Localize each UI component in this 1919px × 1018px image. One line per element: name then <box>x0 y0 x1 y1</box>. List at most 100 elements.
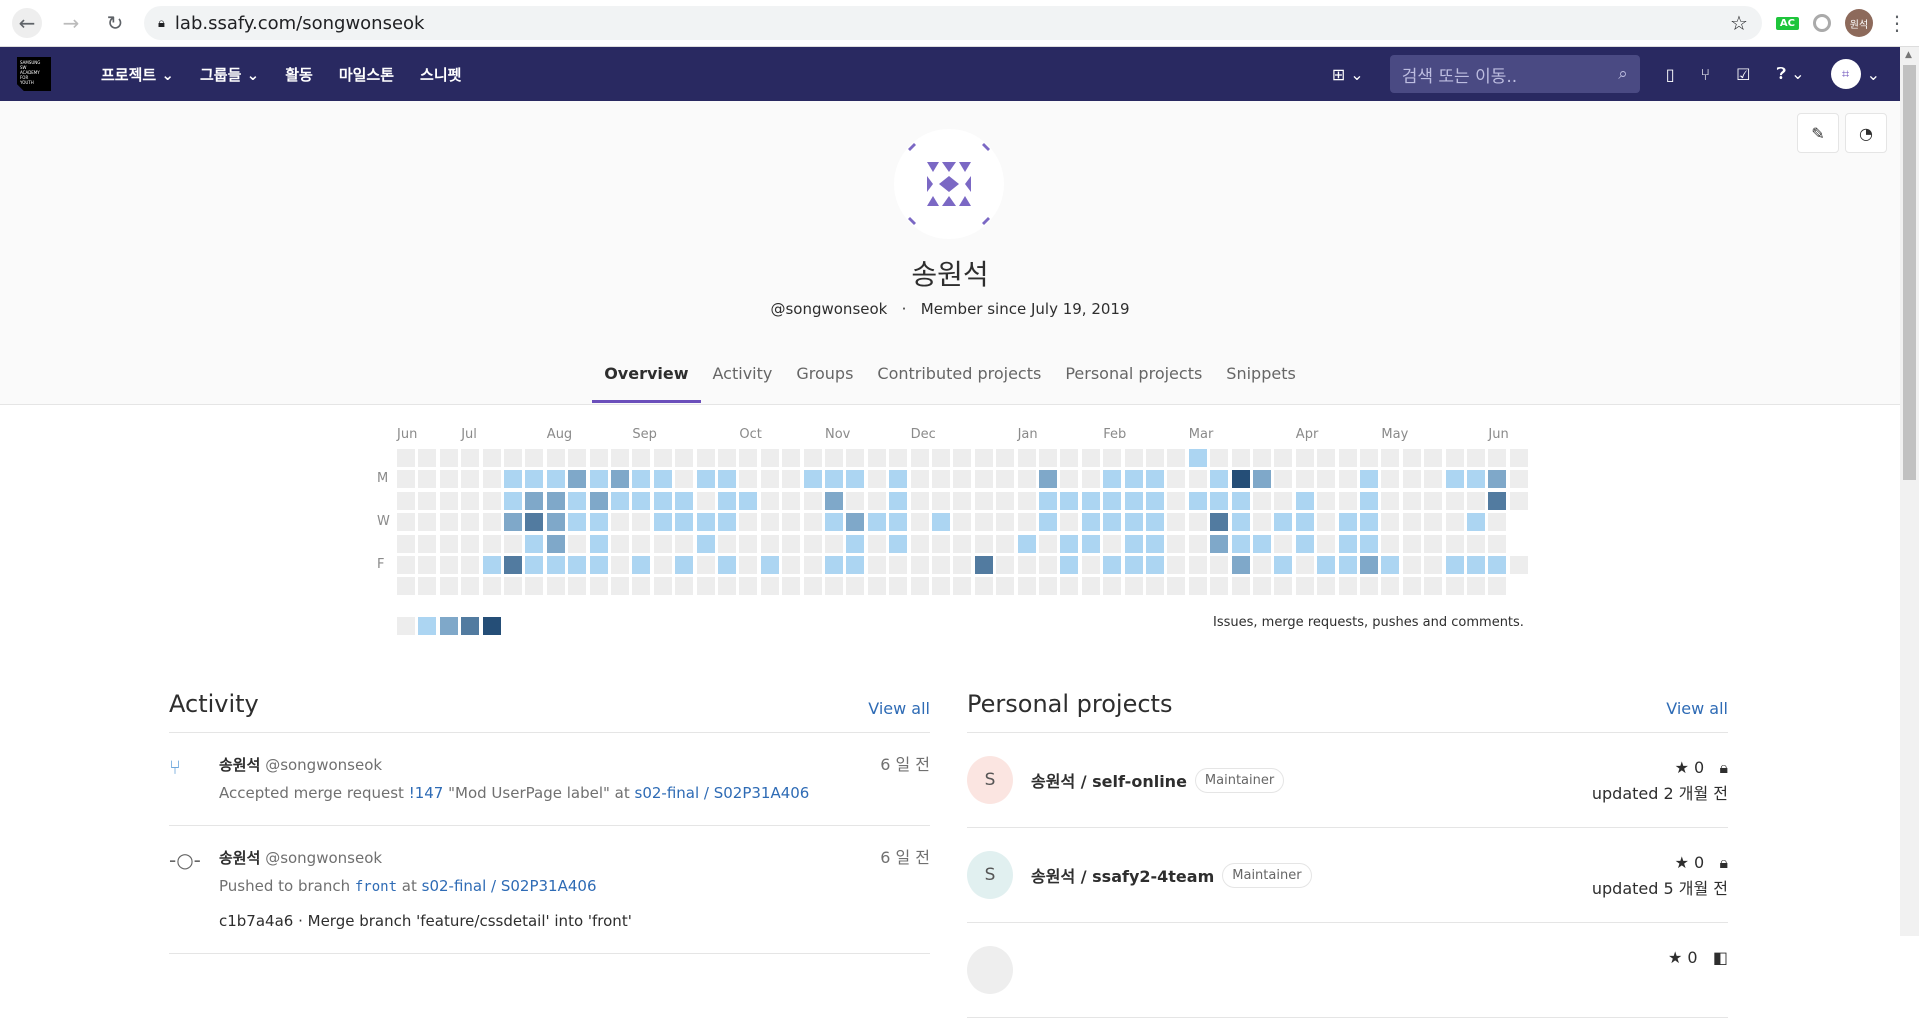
contribution-day-cell[interactable] <box>718 470 736 489</box>
contribution-day-cell[interactable] <box>782 449 801 467</box>
contribution-day-cell[interactable] <box>1509 449 1528 467</box>
contribution-day-cell[interactable] <box>1445 577 1464 596</box>
contribution-day-cell[interactable] <box>1124 534 1143 553</box>
contribution-day-cell[interactable] <box>718 449 736 467</box>
contribution-day-cell[interactable] <box>1317 491 1336 510</box>
contribution-day-cell[interactable] <box>1295 470 1314 489</box>
contribution-day-cell[interactable] <box>1381 449 1400 467</box>
contribution-day-cell[interactable] <box>439 556 458 574</box>
contribution-day-cell[interactable] <box>1188 449 1207 467</box>
contribution-day-cell[interactable] <box>1231 491 1250 510</box>
contribution-day-cell[interactable] <box>782 491 801 510</box>
contribution-day-cell[interactable] <box>1017 513 1036 532</box>
contribution-day-cell[interactable] <box>825 556 843 574</box>
contribution-day-cell[interactable] <box>1210 556 1229 574</box>
contribution-day-cell[interactable] <box>525 556 544 574</box>
contribution-day-cell[interactable] <box>568 491 587 510</box>
contribution-day-cell[interactable] <box>1017 449 1036 467</box>
contribution-day-cell[interactable] <box>1488 449 1507 467</box>
contribution-day-cell[interactable] <box>1488 513 1507 532</box>
contribution-day-cell[interactable] <box>1188 577 1207 596</box>
contribution-day-cell[interactable] <box>1317 449 1336 467</box>
contribution-day-cell[interactable] <box>418 513 437 532</box>
contribution-day-cell[interactable] <box>653 491 672 510</box>
contribution-day-cell[interactable] <box>1317 470 1336 489</box>
contribution-day-cell[interactable] <box>782 513 801 532</box>
project-avatar[interactable]: S <box>967 851 1013 899</box>
contribution-day-cell[interactable] <box>825 534 843 553</box>
contribution-day-cell[interactable] <box>653 556 672 574</box>
contribution-day-cell[interactable] <box>1467 470 1485 489</box>
contribution-day-cell[interactable] <box>1146 491 1164 510</box>
contribution-day-cell[interactable] <box>1039 449 1057 467</box>
contribution-day-cell[interactable] <box>1317 577 1336 596</box>
contribution-day-cell[interactable] <box>846 491 865 510</box>
nav-projects[interactable]: 프로젝트 ⌄ <box>101 64 174 85</box>
issues-icon[interactable]: ▯ <box>1666 65 1675 84</box>
contribution-day-cell[interactable] <box>589 513 608 532</box>
contribution-day-cell[interactable] <box>739 491 758 510</box>
contribution-day-cell[interactable] <box>996 534 1015 553</box>
contribution-day-cell[interactable] <box>504 449 522 467</box>
contribution-day-cell[interactable] <box>996 556 1015 574</box>
contribution-day-cell[interactable] <box>1317 513 1336 532</box>
contribution-day-cell[interactable] <box>1146 577 1164 596</box>
contribution-day-cell[interactable] <box>1274 513 1293 532</box>
contribution-day-cell[interactable] <box>653 577 672 596</box>
contribution-day-cell[interactable] <box>439 577 458 596</box>
contribution-day-cell[interactable] <box>910 449 929 467</box>
contribution-day-cell[interactable] <box>932 491 950 510</box>
contribution-day-cell[interactable] <box>546 556 565 574</box>
contribution-day-cell[interactable] <box>782 534 801 553</box>
contribution-day-cell[interactable] <box>546 534 565 553</box>
contribution-day-cell[interactable] <box>953 577 972 596</box>
contribution-day-cell[interactable] <box>1467 513 1485 532</box>
contribution-day-cell[interactable] <box>1081 534 1100 553</box>
contribution-day-cell[interactable] <box>1039 470 1057 489</box>
contribution-day-cell[interactable] <box>889 556 908 574</box>
contribution-day-cell[interactable] <box>1017 534 1036 553</box>
contribution-day-cell[interactable] <box>1274 534 1293 553</box>
contribution-day-cell[interactable] <box>482 491 501 510</box>
contribution-day-cell[interactable] <box>397 470 415 489</box>
contribution-day-cell[interactable] <box>1295 449 1314 467</box>
project-name-link[interactable]: 송원석 / self-online <box>1031 768 1187 792</box>
contribution-day-cell[interactable] <box>760 491 779 510</box>
project-avatar[interactable]: S <box>967 756 1013 804</box>
contribution-day-cell[interactable] <box>889 491 908 510</box>
contribution-day-cell[interactable] <box>953 449 972 467</box>
contribution-day-cell[interactable] <box>504 534 522 553</box>
contribution-day-cell[interactable] <box>504 577 522 596</box>
contribution-day-cell[interactable] <box>439 449 458 467</box>
contribution-day-cell[interactable] <box>611 513 629 532</box>
contribution-day-cell[interactable] <box>632 513 651 532</box>
contribution-day-cell[interactable] <box>974 534 993 553</box>
contribution-day-cell[interactable] <box>1445 534 1464 553</box>
nav-snippets[interactable]: 스니펫 <box>420 64 461 85</box>
contribution-day-cell[interactable] <box>739 534 758 553</box>
contribution-day-cell[interactable] <box>568 513 587 532</box>
contribution-day-cell[interactable] <box>1210 534 1229 553</box>
contribution-day-cell[interactable] <box>932 449 950 467</box>
contribution-day-cell[interactable] <box>1017 470 1036 489</box>
contribution-day-cell[interactable] <box>718 577 736 596</box>
contribution-day-cell[interactable] <box>1124 491 1143 510</box>
contribution-day-cell[interactable] <box>1039 534 1057 553</box>
contribution-day-cell[interactable] <box>1103 470 1122 489</box>
edit-profile-button[interactable]: ✎ <box>1797 113 1839 153</box>
tab-personal-projects[interactable]: Personal projects <box>1053 354 1214 403</box>
contribution-day-cell[interactable] <box>611 556 629 574</box>
contribution-day-cell[interactable] <box>760 534 779 553</box>
contribution-day-cell[interactable] <box>1467 577 1485 596</box>
contribution-day-cell[interactable] <box>1360 556 1378 574</box>
contribution-day-cell[interactable] <box>675 449 694 467</box>
help-icon[interactable]: ❓︎ ⌄ <box>1776 64 1804 84</box>
contribution-day-cell[interactable] <box>1231 534 1250 553</box>
contribution-day-cell[interactable] <box>418 470 437 489</box>
contribution-day-cell[interactable] <box>461 534 480 553</box>
contribution-day-cell[interactable] <box>1210 513 1229 532</box>
contribution-day-cell[interactable] <box>1360 491 1378 510</box>
contribution-day-cell[interactable] <box>675 513 694 532</box>
contribution-day-cell[interactable] <box>1017 491 1036 510</box>
contribution-day-cell[interactable] <box>1253 556 1271 574</box>
